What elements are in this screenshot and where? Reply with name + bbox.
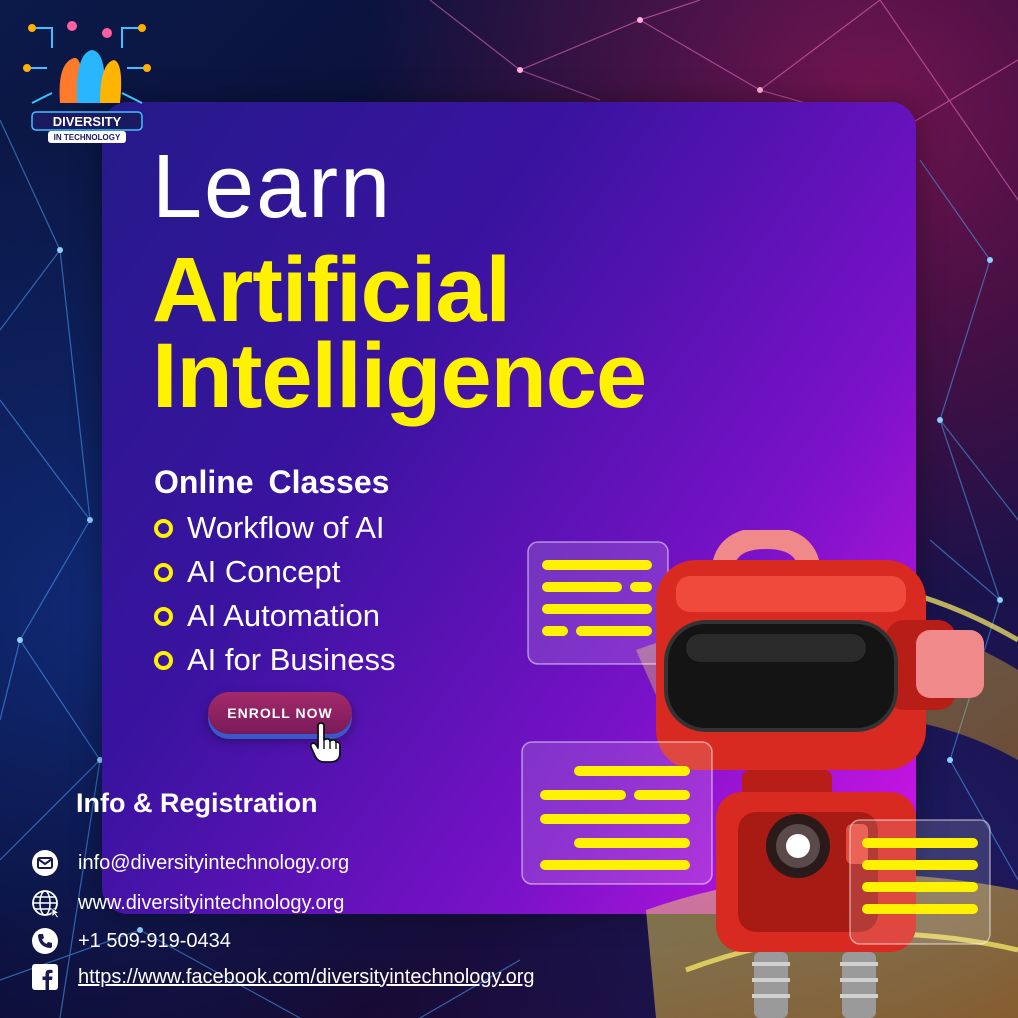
phone-link[interactable]: +1 509-919-0434 [78, 930, 231, 953]
ring-bullet-icon [154, 606, 173, 626]
facebook-row: https://www.facebook.com/diversityintech… [30, 960, 535, 994]
website-row: www.diversityintechnology.org [30, 886, 344, 920]
ring-bullet-icon [154, 650, 173, 670]
list-item: Workflow of AI [154, 506, 395, 550]
info-registration-heading: Info & Registration [76, 788, 318, 818]
ring-bullet-icon [154, 518, 173, 538]
headline-artificial: Artificial [152, 239, 511, 341]
phone-row: +1 509-919-0434 [30, 924, 231, 958]
headline-learn: Learn [152, 137, 393, 237]
list-item: AI Automation [154, 594, 395, 638]
mail-icon [30, 848, 60, 878]
class-item-label: AI Concept [187, 554, 341, 589]
robot-illustration [521, 530, 1018, 1018]
globe-icon [30, 888, 60, 918]
class-item-label: AI Automation [187, 598, 381, 633]
class-item-label: Workflow of AI [187, 510, 385, 545]
facebook-link[interactable]: https://www.facebook.com/diversityintech… [78, 966, 535, 989]
list-item: AI Concept [154, 550, 395, 594]
headline-intelligence: Intelligence [152, 325, 647, 427]
online-classes-heading: Online Classes [154, 464, 390, 500]
email-link[interactable]: info@diversityintechnology.org [78, 852, 349, 875]
pointer-hand-icon [309, 722, 341, 763]
ring-bullet-icon [154, 562, 173, 582]
email-row: info@diversityintechnology.org [30, 846, 349, 880]
website-link[interactable]: www.diversityintechnology.org [78, 892, 344, 915]
phone-icon [30, 926, 60, 956]
class-list: Workflow of AI AI Concept AI Automation … [154, 506, 395, 682]
logo-text-sub: IN TECHNOLOGY [54, 133, 121, 142]
facebook-icon [30, 962, 60, 992]
logo-text-main: DIVERSITY [53, 114, 122, 129]
list-item: AI for Business [154, 638, 395, 682]
diversity-in-technology-logo: DIVERSITY IN TECHNOLOGY [23, 21, 151, 143]
class-item-label: AI for Business [187, 642, 396, 677]
